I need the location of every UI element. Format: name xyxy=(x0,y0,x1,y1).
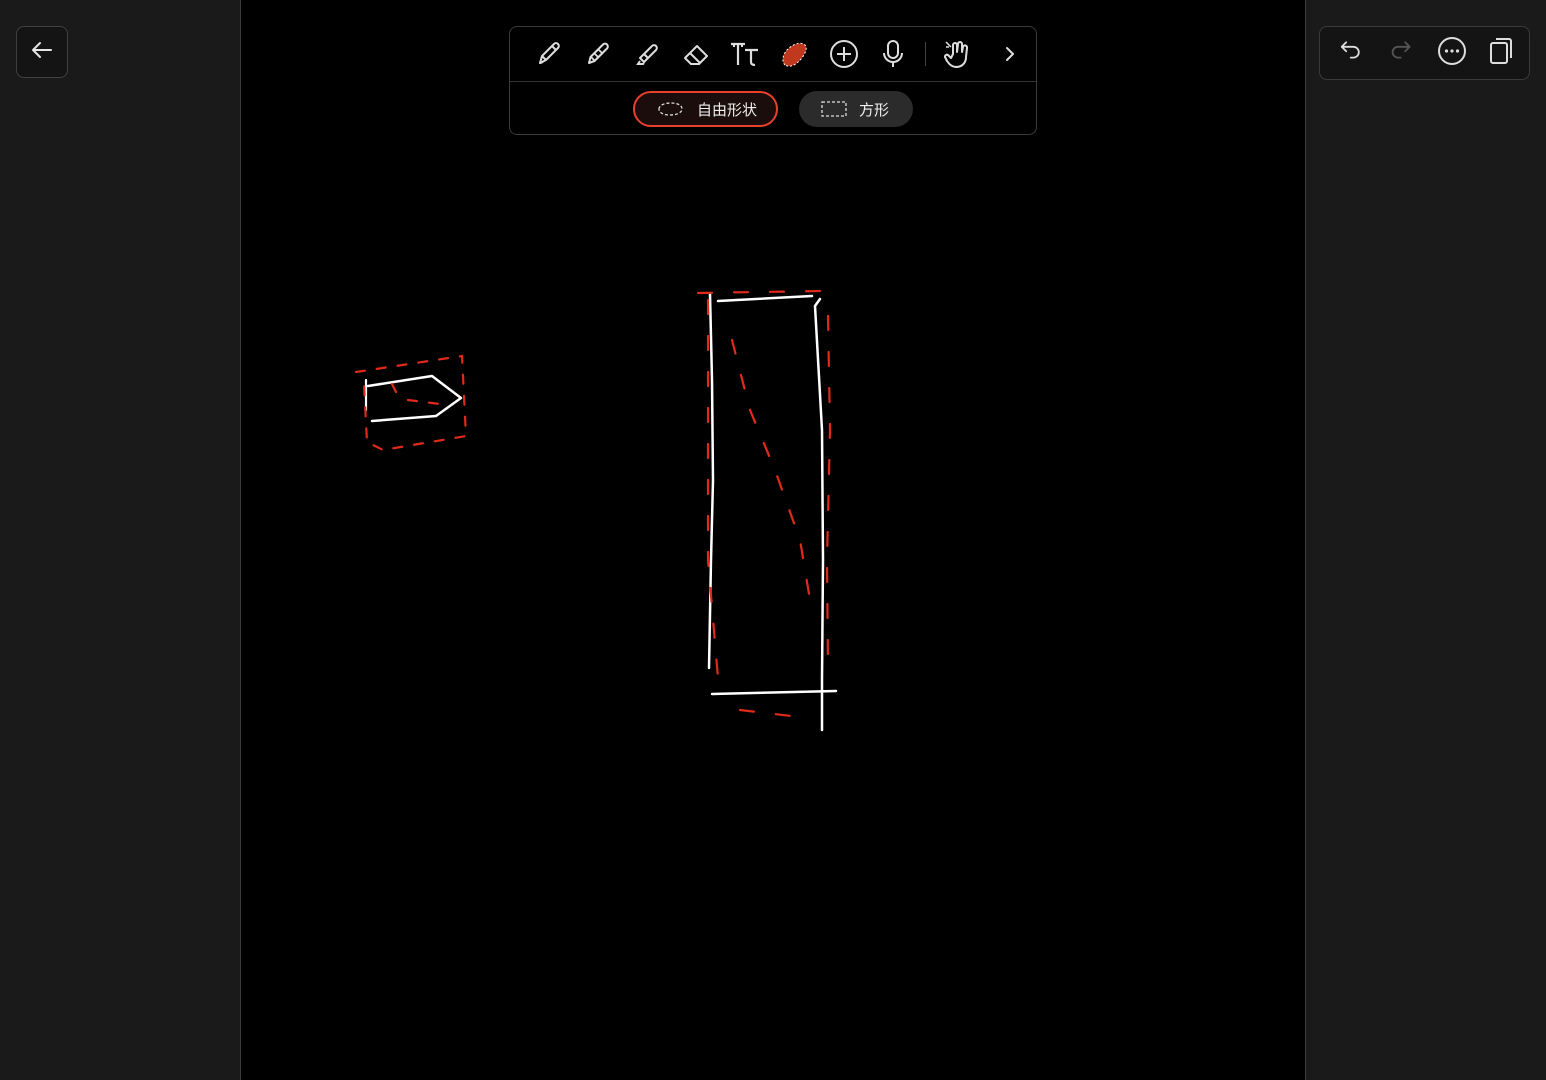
more-tools-button[interactable] xyxy=(991,35,1029,73)
rectangle-selection-label: 方形 xyxy=(859,101,890,119)
tool-row xyxy=(510,27,1036,82)
redo-button[interactable] xyxy=(1383,34,1421,72)
text-tool-icon xyxy=(728,38,762,70)
right-sidebar xyxy=(1305,0,1546,1080)
more-icon xyxy=(1436,35,1468,72)
pencil-tool-button[interactable] xyxy=(579,35,617,73)
pages-icon xyxy=(1487,36,1515,71)
lasso-tool-button[interactable] xyxy=(775,35,813,73)
insert-button[interactable] xyxy=(825,35,863,73)
toolbar-divider xyxy=(925,42,926,66)
freeform-selection-label: 自由形状 xyxy=(697,101,758,119)
hand-tool-button[interactable] xyxy=(939,35,977,73)
rectangle-selection-option[interactable]: 方形 xyxy=(799,91,913,127)
tool-palette: 自由形状 方形 xyxy=(509,26,1037,135)
chevron-right-icon xyxy=(1000,44,1020,64)
drawing-canvas[interactable] xyxy=(241,0,1305,1080)
rectangle-shape-icon xyxy=(821,101,847,117)
back-button[interactable] xyxy=(16,26,68,78)
lasso-icon xyxy=(777,37,811,71)
highlighter-icon xyxy=(631,38,663,70)
document-actions xyxy=(1319,26,1530,80)
hand-pointer-icon xyxy=(942,38,974,70)
audio-record-button[interactable] xyxy=(874,35,912,73)
eraser-icon xyxy=(680,38,712,70)
pencil-icon xyxy=(582,38,614,70)
eraser-tool-button[interactable] xyxy=(677,35,715,73)
text-tool-button[interactable] xyxy=(726,35,764,73)
pen-icon xyxy=(533,38,565,70)
undo-button[interactable] xyxy=(1331,34,1369,72)
more-options-button[interactable] xyxy=(1433,34,1471,72)
freeform-selection-option[interactable]: 自由形状 xyxy=(633,91,778,127)
pen-tool-button[interactable] xyxy=(530,35,568,73)
undo-icon xyxy=(1337,38,1363,69)
redo-icon xyxy=(1389,38,1415,69)
left-sidebar xyxy=(0,0,241,1080)
highlighter-tool-button[interactable] xyxy=(628,35,666,73)
freeform-shape-icon xyxy=(655,101,685,117)
pages-button[interactable] xyxy=(1482,34,1520,72)
arrow-left-icon xyxy=(29,37,55,68)
microphone-icon xyxy=(877,38,909,70)
plus-circle-icon xyxy=(828,38,860,70)
